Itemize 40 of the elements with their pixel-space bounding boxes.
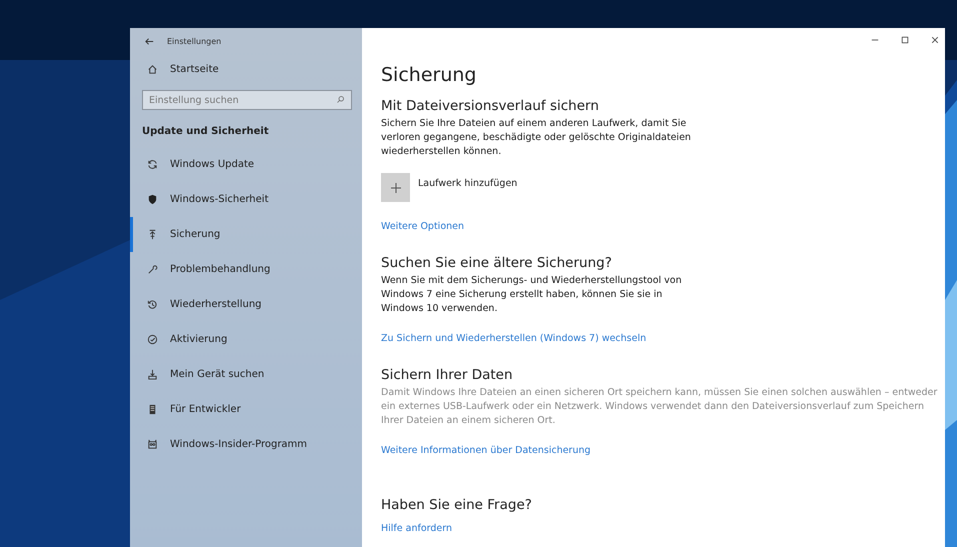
link[interactable]: Weitere Informationen über Datensicherung (381, 445, 591, 456)
nav-item[interactable]: Für Entwickler (130, 392, 362, 427)
history-icon (147, 299, 158, 310)
nav-item[interactable]: Wiederherstellung (130, 287, 362, 322)
add-button[interactable] (381, 173, 410, 202)
nav-item[interactable]: Windows Update (130, 147, 362, 182)
check-circle-icon (147, 334, 158, 345)
home-icon (147, 64, 158, 74)
search-icon (336, 95, 345, 104)
link[interactable]: Zu Sichern und Wiederherstellen (Windows 7) wechseln (381, 333, 646, 344)
section-heading: Haben Sie eine Frage? (381, 497, 533, 513)
section-title: Update und Sicherheit (141, 125, 270, 139)
home-link[interactable]: Startseite (130, 54, 362, 84)
search-field[interactable]: Einstellung suchen (142, 90, 352, 110)
refresh-icon (147, 159, 158, 170)
nav-item[interactable]: Windows-Insider-Programm (130, 427, 362, 462)
section-heading: Suchen Sie eine ältere Sicherung? (381, 255, 613, 271)
section-heading: Sichern Ihrer Daten (381, 367, 514, 383)
link[interactable]: Weitere Optionen (381, 221, 464, 232)
link[interactable]: Hilfe anfordern (381, 523, 452, 534)
window-title: Einstellungen (167, 36, 222, 46)
description: Damit Windows Ihre Dateien an einen sicheren Ort speichern kann, müssen Sie einen solchen auswählen – entweder ein externes USB-Laufwerk oder ein Netzwerk. Windows verwendet dann den Dateiversionsverlauf zum Speichern Ihrer Dateien an einem sicheren Ort. (381, 386, 938, 428)
close-icon[interactable] (931, 36, 939, 44)
page-title: Sicherung (381, 64, 478, 86)
description: Sichern Sie Ihre Dateien auf einem anderen Laufwerk, damit Sie verloren gegangene, beschädigte oder gelöschte Originaldateien wiederherstellen können. (381, 117, 692, 159)
plus-icon (390, 182, 400, 192)
device-icon (147, 404, 158, 415)
nav-item[interactable]: Aktivierung (130, 322, 362, 357)
shield-icon (147, 194, 158, 205)
nav-item[interactable]: Windows-Sicherheit (130, 182, 362, 217)
upload-arrow-icon (147, 229, 158, 240)
section-heading: Mit Dateiversionsverlauf sichern (381, 98, 600, 114)
description: Wenn Sie mit dem Sicherungs- und Wiederherstellungstool von Windows 7 eine Sicherung erstellt haben, können Sie sie in Windows 10 verwenden. (381, 274, 683, 316)
nav-item[interactable]: Problembehandlung (130, 252, 362, 287)
back-icon[interactable] (144, 36, 155, 46)
nav-item[interactable]: Mein Gerät suchen (130, 357, 362, 392)
add-drive-label[interactable]: Laufwerk hinzufügen (418, 178, 518, 189)
download-arrow-icon (147, 369, 158, 380)
maximize-icon[interactable] (901, 36, 909, 44)
wrench-icon (147, 264, 158, 275)
